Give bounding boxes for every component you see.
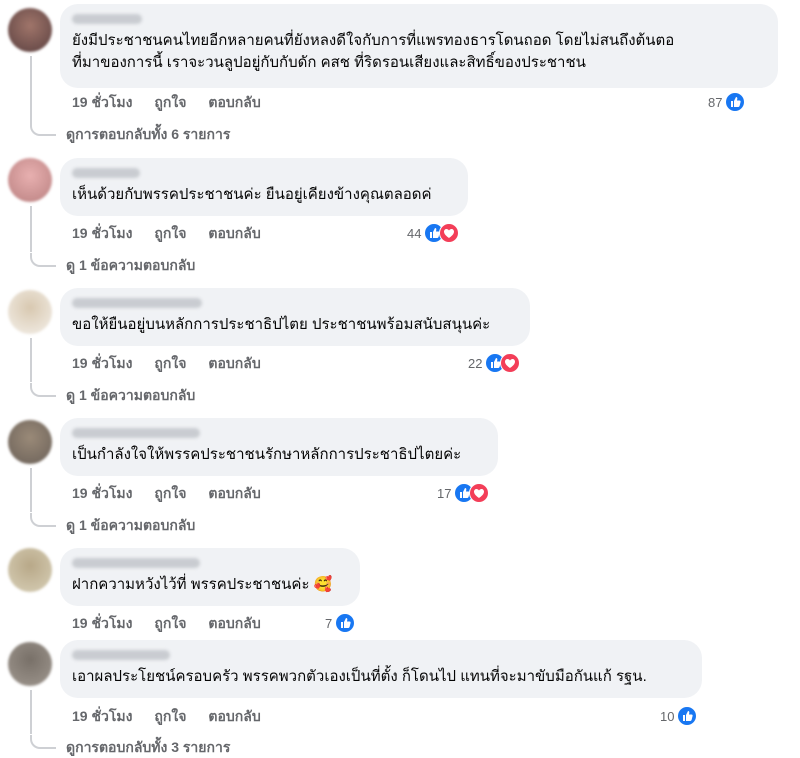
reply-button[interactable]: ตอบกลับ <box>208 92 260 114</box>
thread-line <box>30 206 32 252</box>
comment-bubble: เห็นด้วยกับพรรคประชาชนค่ะ ยืนอยู่เคียงข้… <box>60 158 468 216</box>
author-name-redacted[interactable] <box>72 168 140 178</box>
thumbs-up-icon <box>335 613 356 633</box>
reply-button[interactable]: ตอบกลับ <box>208 706 260 728</box>
comment-text: เป็นกำลังใจให้พรรคประชาชนรักษาหลักการประ… <box>72 446 462 463</box>
heart-icon <box>469 483 490 503</box>
timestamp[interactable]: 19 ชั่วโมง <box>72 613 132 635</box>
view-replies-link[interactable]: ดูการตอบกลับทั้ง 6 รายการ <box>66 124 230 144</box>
thread-line <box>30 468 32 512</box>
comment-actions: 19 ชั่วโมง ถูกใจ ตอบกลับ <box>72 224 261 244</box>
reaction-summary[interactable]: 44 <box>407 223 460 243</box>
timestamp[interactable]: 19 ชั่วโมง <box>72 706 132 728</box>
reaction-summary[interactable]: 17 <box>437 483 490 503</box>
thread-line <box>30 690 32 734</box>
comment-text: ยังมีประชาชนคนไทยอีกหลายคนที่ยังหลงดีใจก… <box>72 32 675 49</box>
view-replies-link[interactable]: ดู 1 ข้อความตอบกลับ <box>66 255 195 275</box>
thread-elbow <box>30 513 56 527</box>
heart-icon <box>439 223 460 243</box>
thread-elbow <box>30 383 56 397</box>
view-replies-link[interactable]: ดู 1 ข้อความตอบกลับ <box>66 385 195 405</box>
reaction-count: 44 <box>407 225 422 241</box>
thread-elbow <box>30 253 56 267</box>
reaction-count: 22 <box>468 355 483 371</box>
like-button[interactable]: ถูกใจ <box>154 613 186 635</box>
comment-bubble: ฝากความหวังไว้ที่ พรรคประชาชนค่ะ 🥰 <box>60 548 360 606</box>
thread-elbow <box>30 122 56 136</box>
avatar[interactable] <box>8 158 52 202</box>
heart-icon <box>500 353 521 373</box>
author-name-redacted[interactable] <box>72 14 142 24</box>
reaction-summary[interactable]: 10 <box>660 706 698 726</box>
reply-button[interactable]: ตอบกลับ <box>208 483 260 505</box>
reaction-count: 7 <box>325 615 333 631</box>
view-replies-link[interactable]: ดูการตอบกลับทั้ง 3 รายการ <box>66 737 230 757</box>
avatar[interactable] <box>8 420 52 464</box>
thread-line <box>30 338 32 382</box>
like-button[interactable]: ถูกใจ <box>154 92 186 114</box>
like-button[interactable]: ถูกใจ <box>154 223 186 245</box>
comment-actions: 19 ชั่วโมง ถูกใจ ตอบกลับ <box>72 614 261 634</box>
comment-actions: 19 ชั่วโมง ถูกใจ ตอบกลับ <box>72 707 261 727</box>
view-replies-link[interactable]: ดู 1 ข้อความตอบกลับ <box>66 515 195 535</box>
author-name-redacted[interactable] <box>72 298 202 308</box>
avatar[interactable] <box>8 290 52 334</box>
like-button[interactable]: ถูกใจ <box>154 483 186 505</box>
timestamp[interactable]: 19 ชั่วโมง <box>72 353 132 375</box>
thumbs-up-icon <box>677 706 698 726</box>
reply-button[interactable]: ตอบกลับ <box>208 353 260 375</box>
comment-actions: 19 ชั่วโมง ถูกใจ ตอบกลับ <box>72 484 261 504</box>
reaction-count: 87 <box>708 94 723 110</box>
timestamp[interactable]: 19 ชั่วโมง <box>72 92 132 114</box>
reaction-summary[interactable]: 87 <box>708 92 746 112</box>
comment-actions: 19 ชั่วโมง ถูกใจ ตอบกลับ <box>72 93 261 113</box>
comment-bubble: ขอให้ยืนอยู่บนหลักการประชาธิปไตย ประชาชน… <box>60 288 530 346</box>
comment-bubble: ยังมีประชาชนคนไทยอีกหลายคนที่ยังหลงดีใจก… <box>60 4 778 88</box>
reaction-summary[interactable]: 22 <box>468 353 521 373</box>
avatar[interactable] <box>8 642 52 686</box>
reaction-count: 10 <box>660 708 675 724</box>
reaction-summary[interactable]: 7 <box>325 613 356 633</box>
reply-button[interactable]: ตอบกลับ <box>208 223 260 245</box>
comment-bubble: เอาผลประโยชน์ครอบครัว พรรคพวกตัวเองเป็นท… <box>60 640 702 698</box>
like-button[interactable]: ถูกใจ <box>154 706 186 728</box>
avatar[interactable] <box>8 548 52 592</box>
author-name-redacted[interactable] <box>72 428 200 438</box>
timestamp[interactable]: 19 ชั่วโมง <box>72 223 132 245</box>
avatar[interactable] <box>8 8 52 52</box>
like-button[interactable]: ถูกใจ <box>154 353 186 375</box>
thumbs-up-icon <box>725 92 746 112</box>
reply-button[interactable]: ตอบกลับ <box>208 613 260 635</box>
timestamp[interactable]: 19 ชั่วโมง <box>72 483 132 505</box>
comment-text: เห็นด้วยกับพรรคประชาชนค่ะ ยืนอยู่เคียงข้… <box>72 186 432 203</box>
comment-actions: 19 ชั่วโมง ถูกใจ ตอบกลับ <box>72 354 261 374</box>
comment-bubble: เป็นกำลังใจให้พรรคประชาชนรักษาหลักการประ… <box>60 418 498 476</box>
thread-line <box>30 56 32 122</box>
comment-text: ขอให้ยืนอยู่บนหลักการประชาธิปไตย ประชาชน… <box>72 316 491 333</box>
author-name-redacted[interactable] <box>72 558 200 568</box>
thread-elbow <box>30 735 56 749</box>
comment-text: ที่มาของการนี้ เราจะวนลูปอยู่กับกับดัก ค… <box>72 54 586 71</box>
reaction-count: 17 <box>437 485 452 501</box>
comment-text: ฝากความหวังไว้ที่ พรรคประชาชนค่ะ 🥰 <box>72 576 333 593</box>
comment-text: เอาผลประโยชน์ครอบครัว พรรคพวกตัวเองเป็นท… <box>72 668 647 685</box>
author-name-redacted[interactable] <box>72 650 170 660</box>
